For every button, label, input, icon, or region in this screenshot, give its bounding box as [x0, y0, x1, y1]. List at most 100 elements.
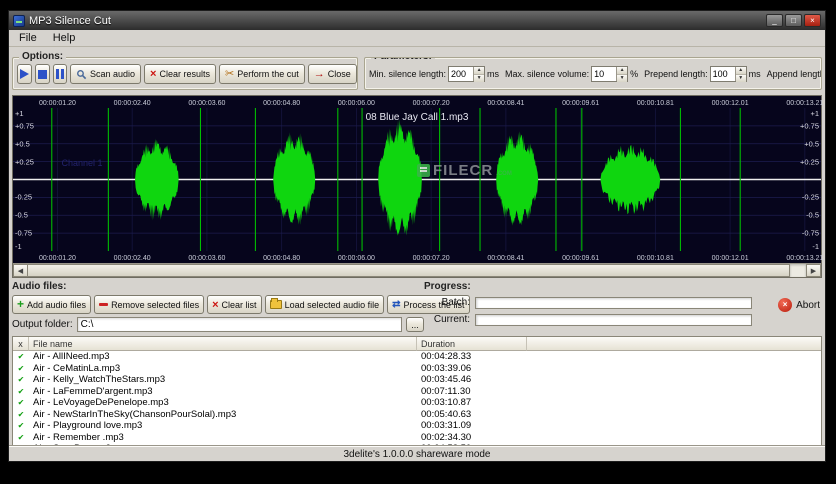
menu-file[interactable]: File — [11, 31, 45, 45]
scroll-right-icon[interactable]: ▶ — [806, 264, 821, 277]
time-label: 00:00:12.01 — [711, 100, 749, 107]
watermark: FILECR .COM — [417, 163, 512, 178]
max-silence-volume-spinner: ▲▼ — [591, 66, 629, 82]
file-name-cell: Air - SexyBoy.mp3 — [29, 443, 417, 445]
time-label: 00:00:09.61 — [562, 100, 600, 107]
spin-down-icon[interactable]: ▼ — [474, 75, 485, 82]
audio-files-label: Audio files: — [12, 281, 67, 292]
remove-selected-files-button[interactable]: Remove selected files — [94, 295, 205, 314]
duration-cell: 00:04:28.33 — [421, 351, 472, 363]
max-silence-volume-input[interactable] — [592, 67, 617, 81]
header-file-name[interactable]: File name — [29, 337, 417, 351]
menubar: File Help — [9, 30, 825, 47]
waveform-blob — [600, 145, 661, 215]
spin-down-icon[interactable]: ▼ — [617, 75, 628, 82]
clear-list-label: Clear list — [221, 299, 257, 310]
abort-button[interactable]: × Abort — [778, 298, 820, 312]
abort-icon: × — [778, 298, 793, 312]
table-row[interactable]: ✔ Air - CeMatinLa.mp3 00:03:39.06 — [13, 363, 821, 375]
batch-label: Batch: — [441, 297, 470, 308]
time-label: 00:00:07.20 — [412, 255, 450, 262]
scan-audio-button[interactable]: Scan audio — [70, 64, 142, 84]
scrollbar-track[interactable] — [790, 264, 806, 277]
window-controls: _ □ × — [766, 14, 821, 27]
time-label: 00:00:04.80 — [263, 100, 301, 107]
scroll-left-icon[interactable]: ◀ — [13, 264, 28, 277]
channel-label: Channel 1 — [61, 158, 103, 169]
time-label: 00:00:10.81 — [636, 100, 674, 107]
window-title: MP3 Silence Cut — [29, 14, 111, 27]
max-silence-volume-field: Max. silence volume: ▲▼ % — [505, 66, 638, 82]
add-audio-files-button[interactable]: + Add audio files — [12, 295, 92, 314]
scan-audio-label: Scan audio — [90, 69, 136, 79]
load-selected-audio-file-label: Load selected audio file — [284, 299, 380, 310]
red-x-icon: × — [212, 298, 219, 311]
parameters-group: Parameters: Min. silence length: ▲▼ ms M… — [364, 57, 822, 90]
table-row[interactable]: ✔ Air - Kelly_WatchTheStars.mp3 00:03:45.4… — [13, 374, 821, 386]
titlebar[interactable]: MP3 Silence Cut _ □ × — [9, 11, 825, 30]
load-selected-audio-file-button[interactable]: Load selected audio file — [264, 295, 385, 314]
statusbar: 3delite's 1.0.0.0 shareware mode — [9, 446, 825, 461]
table-row[interactable]: ✔ Air - Remember .mp3 00:02:34.30 — [13, 432, 821, 444]
scissors-icon: ✂ — [225, 68, 235, 80]
spin-down-icon[interactable]: ▼ — [735, 75, 746, 82]
time-label: 00:00:13.21 — [786, 100, 824, 107]
process-arrows-icon: ⇄ — [392, 298, 401, 310]
close-button[interactable]: → Close — [307, 64, 357, 84]
batch-progress-row: Batch: — [424, 294, 752, 311]
perform-cut-button[interactable]: ✂ Perform the cut — [219, 64, 305, 84]
duration-cell: 00:04:58.50 — [417, 443, 527, 445]
table-row[interactable]: ✔ Air - LaFemmeD'argent.mp3 00:07:11.30 — [13, 386, 821, 398]
time-label: 00:00:02.40 — [113, 100, 151, 107]
waveform-scrollbar[interactable]: ◀ ▶ — [13, 263, 821, 277]
time-label: 00:00:07.20 — [412, 100, 450, 107]
time-label: 00:00:06.00 — [337, 255, 375, 262]
time-label: 00:00:03.60 — [188, 255, 226, 262]
pause-button[interactable] — [53, 64, 67, 84]
check-icon: ✔ — [17, 352, 25, 362]
watermark-logo-icon — [417, 163, 430, 177]
file-name-cell: Air - AllINeed.mp3 — [33, 351, 110, 363]
min-silence-length-spinner: ▲▼ — [448, 66, 486, 82]
output-folder-input[interactable] — [76, 317, 402, 332]
perform-cut-label: Perform the cut — [237, 69, 299, 79]
close-label: Close — [327, 69, 351, 79]
prepend-length-label: Prepend length: — [644, 69, 708, 79]
table-row[interactable]: ✔ Air - Playground love.mp3 00:03:31.09 — [13, 420, 821, 432]
clear-list-button[interactable]: × Clear list — [207, 295, 262, 314]
scrollbar-thumb[interactable] — [28, 264, 790, 277]
menu-help[interactable]: Help — [45, 31, 84, 45]
current-label: Current: — [433, 314, 470, 325]
maximize-button[interactable]: □ — [785, 14, 802, 27]
plus-icon: + — [17, 297, 25, 311]
time-label: 00:00:08.41 — [487, 255, 525, 262]
spin-up-icon[interactable]: ▲ — [735, 67, 746, 75]
file-buttons-row: + Add audio files Remove selected files … — [12, 294, 470, 315]
progress-label: Progress: — [424, 281, 471, 292]
exit-icon: → — [313, 68, 325, 80]
header-duration[interactable]: Duration — [417, 337, 527, 351]
table-row[interactable]: ✔ Air - NewStarInTheSky(ChansonPourSolal)… — [13, 409, 821, 421]
file-name-cell: Air - LaFemmeD'argent.mp3 — [33, 385, 153, 397]
minimize-button[interactable]: _ — [766, 14, 783, 27]
close-window-button[interactable]: × — [804, 14, 821, 27]
watermark-suffix: .COM — [496, 170, 512, 177]
play-button[interactable] — [17, 64, 32, 84]
screen: MP3 Silence Cut _ □ × File Help Options:… — [0, 0, 836, 484]
header-check-column[interactable]: x — [13, 337, 29, 351]
clear-results-button[interactable]: × Clear results — [144, 64, 216, 84]
stop-button[interactable] — [35, 64, 50, 84]
table-row[interactable]: ✔Air - SexyBoy.mp300:04:58.50 — [13, 443, 821, 445]
time-label: 00:00:10.81 — [636, 255, 674, 262]
spin-up-icon[interactable]: ▲ — [474, 67, 485, 75]
min-silence-length-field: Min. silence length: ▲▼ ms — [369, 66, 499, 82]
table-row[interactable]: ✔ Air - AllINeed.mp3 00:04:28.33 — [13, 351, 821, 363]
browse-folder-button[interactable]: ... — [406, 317, 424, 332]
min-silence-length-input[interactable] — [449, 67, 474, 81]
audio-files-column: Audio files: + Add audio files Remove se… — [12, 281, 470, 334]
spin-up-icon[interactable]: ▲ — [617, 67, 628, 75]
waveform-display[interactable]: +1 +0.75 +0.5 +0.25 -0.25 -0.5 -0.75 -1 +1 +0.75… — [13, 108, 821, 251]
red-x-icon: × — [150, 68, 157, 80]
table-row[interactable]: ✔ Air - LeVoyageDePenelope.mp3 00:03:10.87 — [13, 397, 821, 409]
prepend-length-input[interactable] — [710, 67, 735, 81]
